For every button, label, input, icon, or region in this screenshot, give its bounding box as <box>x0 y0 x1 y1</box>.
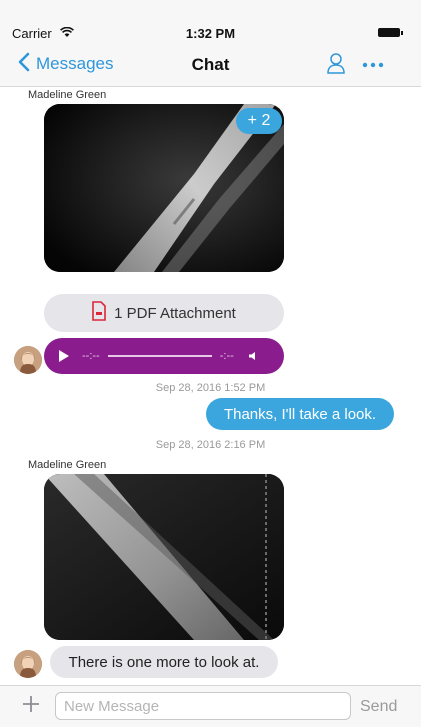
audio-remaining-time: -:-- <box>219 350 234 362</box>
more-images-badge[interactable]: + 2 <box>236 108 282 134</box>
page-title: Chat <box>191 55 230 74</box>
volume-icon[interactable] <box>248 351 258 361</box>
pdf-icon <box>92 300 106 326</box>
pdf-attachment-bubble[interactable]: 1 PDF Attachment <box>44 294 284 332</box>
outgoing-message-bubble: Thanks, I'll take a look. <box>206 398 394 430</box>
audio-progress-track[interactable] <box>107 355 212 357</box>
person-icon[interactable] <box>326 52 346 79</box>
avatar <box>14 346 42 374</box>
play-icon[interactable] <box>58 349 70 363</box>
message-timestamp: Sep 28, 2016 2:16 PM <box>155 439 266 451</box>
message-timestamp: Sep 28, 2016 1:52 PM <box>155 382 266 394</box>
battery-icon <box>378 28 403 37</box>
xray-image-attachment[interactable] <box>44 474 284 640</box>
incoming-message-bubble: There is one more to look at. <box>50 646 278 678</box>
more-icon[interactable] <box>362 55 384 69</box>
avatar <box>14 650 42 678</box>
audio-elapsed-time: --:-- <box>82 350 100 362</box>
pdf-attachment-label: 1 PDF Attachment <box>114 304 236 322</box>
message-input[interactable] <box>55 692 351 720</box>
send-button[interactable]: Send <box>360 698 397 716</box>
plus-icon[interactable] <box>22 691 40 717</box>
sender-name: Madeline Green <box>28 89 107 101</box>
status-time: 1:32 PM <box>185 26 236 41</box>
audio-message-player[interactable]: --:-- -:-- <box>44 338 284 374</box>
sender-name: Madeline Green <box>28 459 107 471</box>
